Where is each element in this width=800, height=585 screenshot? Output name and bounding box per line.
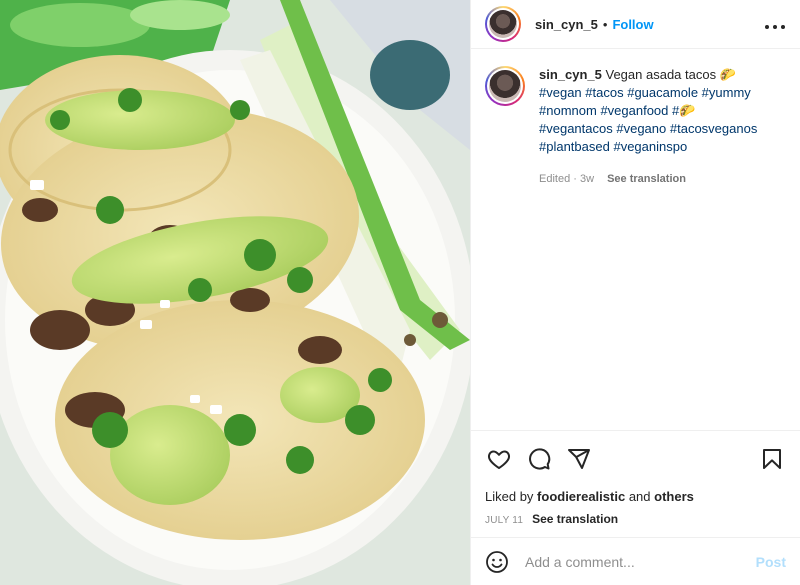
avatar-image [489, 10, 517, 38]
avatar[interactable] [485, 6, 521, 42]
action-section: Liked by foodierealistic and others JULY… [471, 430, 800, 526]
header-separator: • [602, 16, 608, 32]
post-comment-button[interactable]: Post [756, 554, 786, 570]
liked-by-and: and [628, 489, 651, 504]
caption-avatar[interactable] [485, 66, 525, 106]
tacos-photo [0, 0, 470, 585]
caption-avatar-frame [487, 68, 523, 104]
post-header: sin_cyn_5 • Follow [471, 0, 800, 49]
comment-bar: Post [471, 537, 800, 585]
share-icon [568, 449, 590, 469]
post-date-row: JULY 11 See translation [485, 512, 786, 526]
hashtag[interactable]: #guacamole [627, 85, 698, 100]
hashtag[interactable]: #veganinspo [613, 139, 687, 154]
hashtag[interactable]: #tacosveganos [670, 121, 757, 136]
header-username[interactable]: sin_cyn_5 [535, 17, 598, 32]
likes-summary: Liked by foodierealistic and others [485, 489, 786, 504]
more-options-icon[interactable] [764, 19, 786, 30]
taco-emoji-2: 🌮 [679, 103, 696, 118]
caption-meta: Edited · 3w See translation [539, 170, 784, 188]
post-side-panel: sin_cyn_5 • Follow sin_cyn_5 Vegan asada… [470, 0, 800, 585]
edited-timestamp: Edited · 3w [539, 173, 595, 185]
taco-emoji: 🌮 [719, 67, 736, 82]
liked-by-prefix: Liked by [485, 489, 534, 504]
emoji-button[interactable] [485, 550, 509, 574]
caption-see-translation[interactable]: See translation [607, 173, 686, 185]
caption-text: Vegan asada tacos [605, 67, 717, 82]
avatar-frame [487, 8, 519, 40]
hashtag[interactable]: #nomnom [539, 103, 597, 118]
save-button[interactable] [758, 445, 786, 473]
post-image[interactable] [0, 0, 470, 585]
heart-icon [488, 450, 510, 469]
hashtag[interactable]: #plantbased [539, 139, 610, 154]
post: sin_cyn_5 • Follow sin_cyn_5 Vegan asada… [0, 0, 800, 585]
smiley-icon [486, 550, 508, 573]
post-date: JULY 11 [485, 515, 524, 526]
caption: sin_cyn_5 Vegan asada tacos 🌮 #vegan #ta… [485, 66, 786, 188]
caption-username[interactable]: sin_cyn_5 [539, 67, 602, 82]
hashtag[interactable]: #vegan [539, 85, 582, 100]
hashtag[interactable]: #tacos [585, 85, 623, 100]
comment-icon [529, 448, 551, 470]
follow-button[interactable]: Follow [612, 17, 653, 32]
caption-avatar-image [489, 70, 521, 102]
bookmark-icon [763, 449, 781, 469]
hashtag[interactable]: #veganfood [600, 103, 668, 118]
liked-by-others[interactable]: others [654, 489, 694, 504]
action-bar [485, 443, 786, 475]
comment-button[interactable] [525, 445, 553, 473]
post-see-translation[interactable]: See translation [532, 512, 618, 526]
hashtag[interactable]: #vegantacos [539, 121, 613, 136]
hashtag[interactable]: #vegano [616, 121, 666, 136]
share-button[interactable] [565, 445, 593, 473]
like-button[interactable] [485, 445, 513, 473]
ellipsis-icon [765, 24, 785, 29]
comment-input[interactable] [523, 552, 756, 571]
hashtag[interactable]: #yummy [702, 85, 751, 100]
liked-by-user[interactable]: foodierealistic [537, 489, 625, 504]
caption-body: sin_cyn_5 Vegan asada tacos 🌮 #vegan #ta… [539, 66, 784, 188]
